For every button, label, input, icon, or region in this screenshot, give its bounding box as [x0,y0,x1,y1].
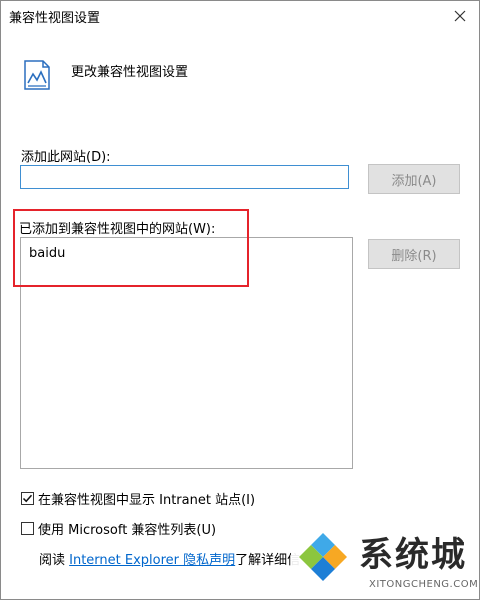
title-bar: 兼容性视图设置 [1,1,479,31]
watermark: 系统城 XITONGCHENG.COM [291,523,479,599]
window-title: 兼容性视图设置 [9,11,101,26]
site-list[interactable]: baidu [20,237,353,469]
compat-view-dialog: 兼容性视图设置 更改兼容性视图设置 添加此网站(D): 添加(A) 已添加到兼容… [0,0,480,600]
compat-view-settings-icon [24,60,50,90]
watermark-name: 系统城 [359,535,467,575]
close-icon [454,10,466,22]
checkmark-icon [22,494,33,503]
header-text: 更改兼容性视图设置 [71,65,189,80]
ms-list-option[interactable]: 使用 Microsoft 兼容性列表(U) [21,519,216,538]
watermark-logo-icon [299,533,347,581]
intranet-checkbox[interactable] [21,492,34,505]
remove-button[interactable]: 删除(R) [368,239,460,269]
intranet-option[interactable]: 在兼容性视图中显示 Intranet 站点(I) [21,489,255,508]
site-list-label: 已添加到兼容性视图中的网站(W): [19,222,216,237]
read-prefix: 阅读 [39,553,70,568]
close-button[interactable] [447,3,473,29]
privacy-line: 阅读 Internet Explorer 隐私声明了解详细信 [39,549,300,568]
list-item[interactable]: baidu [29,246,65,261]
intranet-label: 在兼容性视图中显示 Intranet 站点(I) [38,493,256,508]
ms-list-checkbox[interactable] [21,522,34,535]
watermark-url: XITONGCHENG.COM [369,579,479,590]
add-button[interactable]: 添加(A) [368,164,460,194]
add-site-label: 添加此网站(D): [21,150,111,165]
ms-list-label: 使用 Microsoft 兼容性列表(U) [38,523,217,538]
add-site-input[interactable] [20,165,349,189]
privacy-link[interactable]: Internet Explorer 隐私声明 [69,553,235,568]
